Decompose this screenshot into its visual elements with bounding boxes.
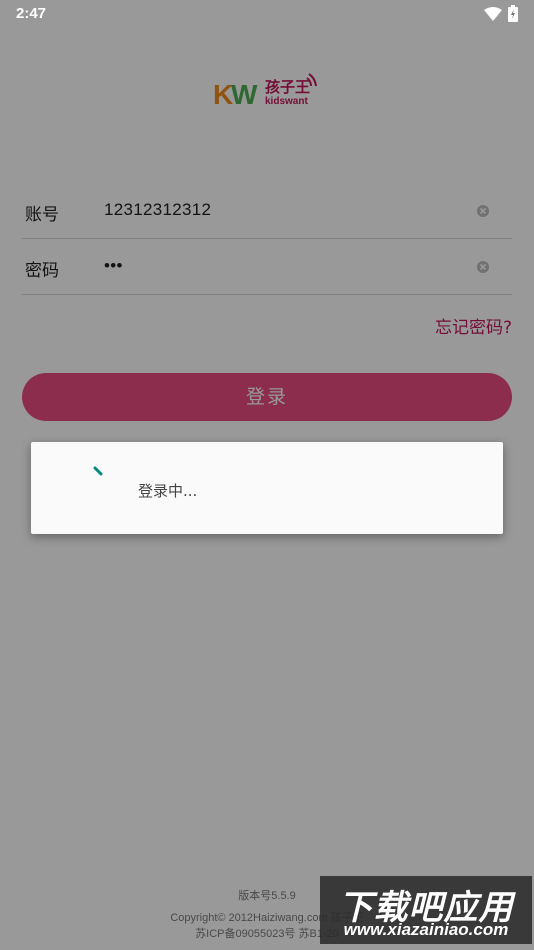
loading-message: 登录中... <box>138 482 198 500</box>
watermark-url: www.xiazainiao.com <box>343 920 509 939</box>
watermark-logo: 下载吧应用 www.xiazainiao.com <box>320 876 532 944</box>
status-bar-shade <box>0 0 534 28</box>
loading-spinner-icon <box>89 466 109 490</box>
wifi-icon <box>484 6 502 25</box>
battery-charging-icon <box>508 5 518 26</box>
loading-dialog: 登录中... <box>31 442 503 534</box>
status-time: 2:47 <box>16 5 47 22</box>
status-bar: 2:47 <box>0 0 534 28</box>
